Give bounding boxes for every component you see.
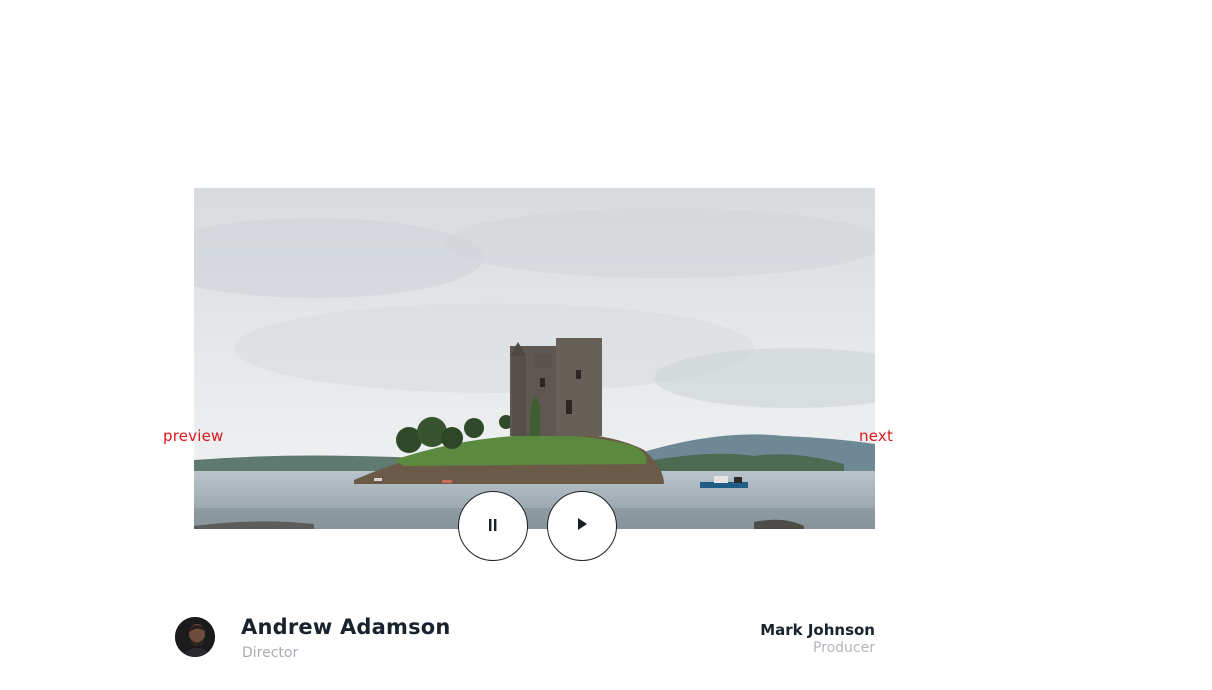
director-name: Andrew Adamson bbox=[241, 615, 451, 639]
next-link[interactable]: next bbox=[859, 427, 893, 445]
page: preview next Andrew Adamson Director Mar… bbox=[0, 0, 1212, 690]
play-button[interactable] bbox=[547, 491, 617, 561]
slide-image bbox=[194, 188, 875, 529]
producer-role: Producer bbox=[812, 640, 875, 656]
pause-button[interactable] bbox=[458, 491, 528, 561]
director-avatar bbox=[175, 617, 215, 657]
play-icon bbox=[575, 516, 589, 536]
pause-icon bbox=[487, 517, 499, 536]
director-role: Director bbox=[242, 645, 299, 661]
preview-link[interactable]: preview bbox=[163, 427, 224, 445]
producer-name: Mark Johnson bbox=[760, 621, 875, 639]
